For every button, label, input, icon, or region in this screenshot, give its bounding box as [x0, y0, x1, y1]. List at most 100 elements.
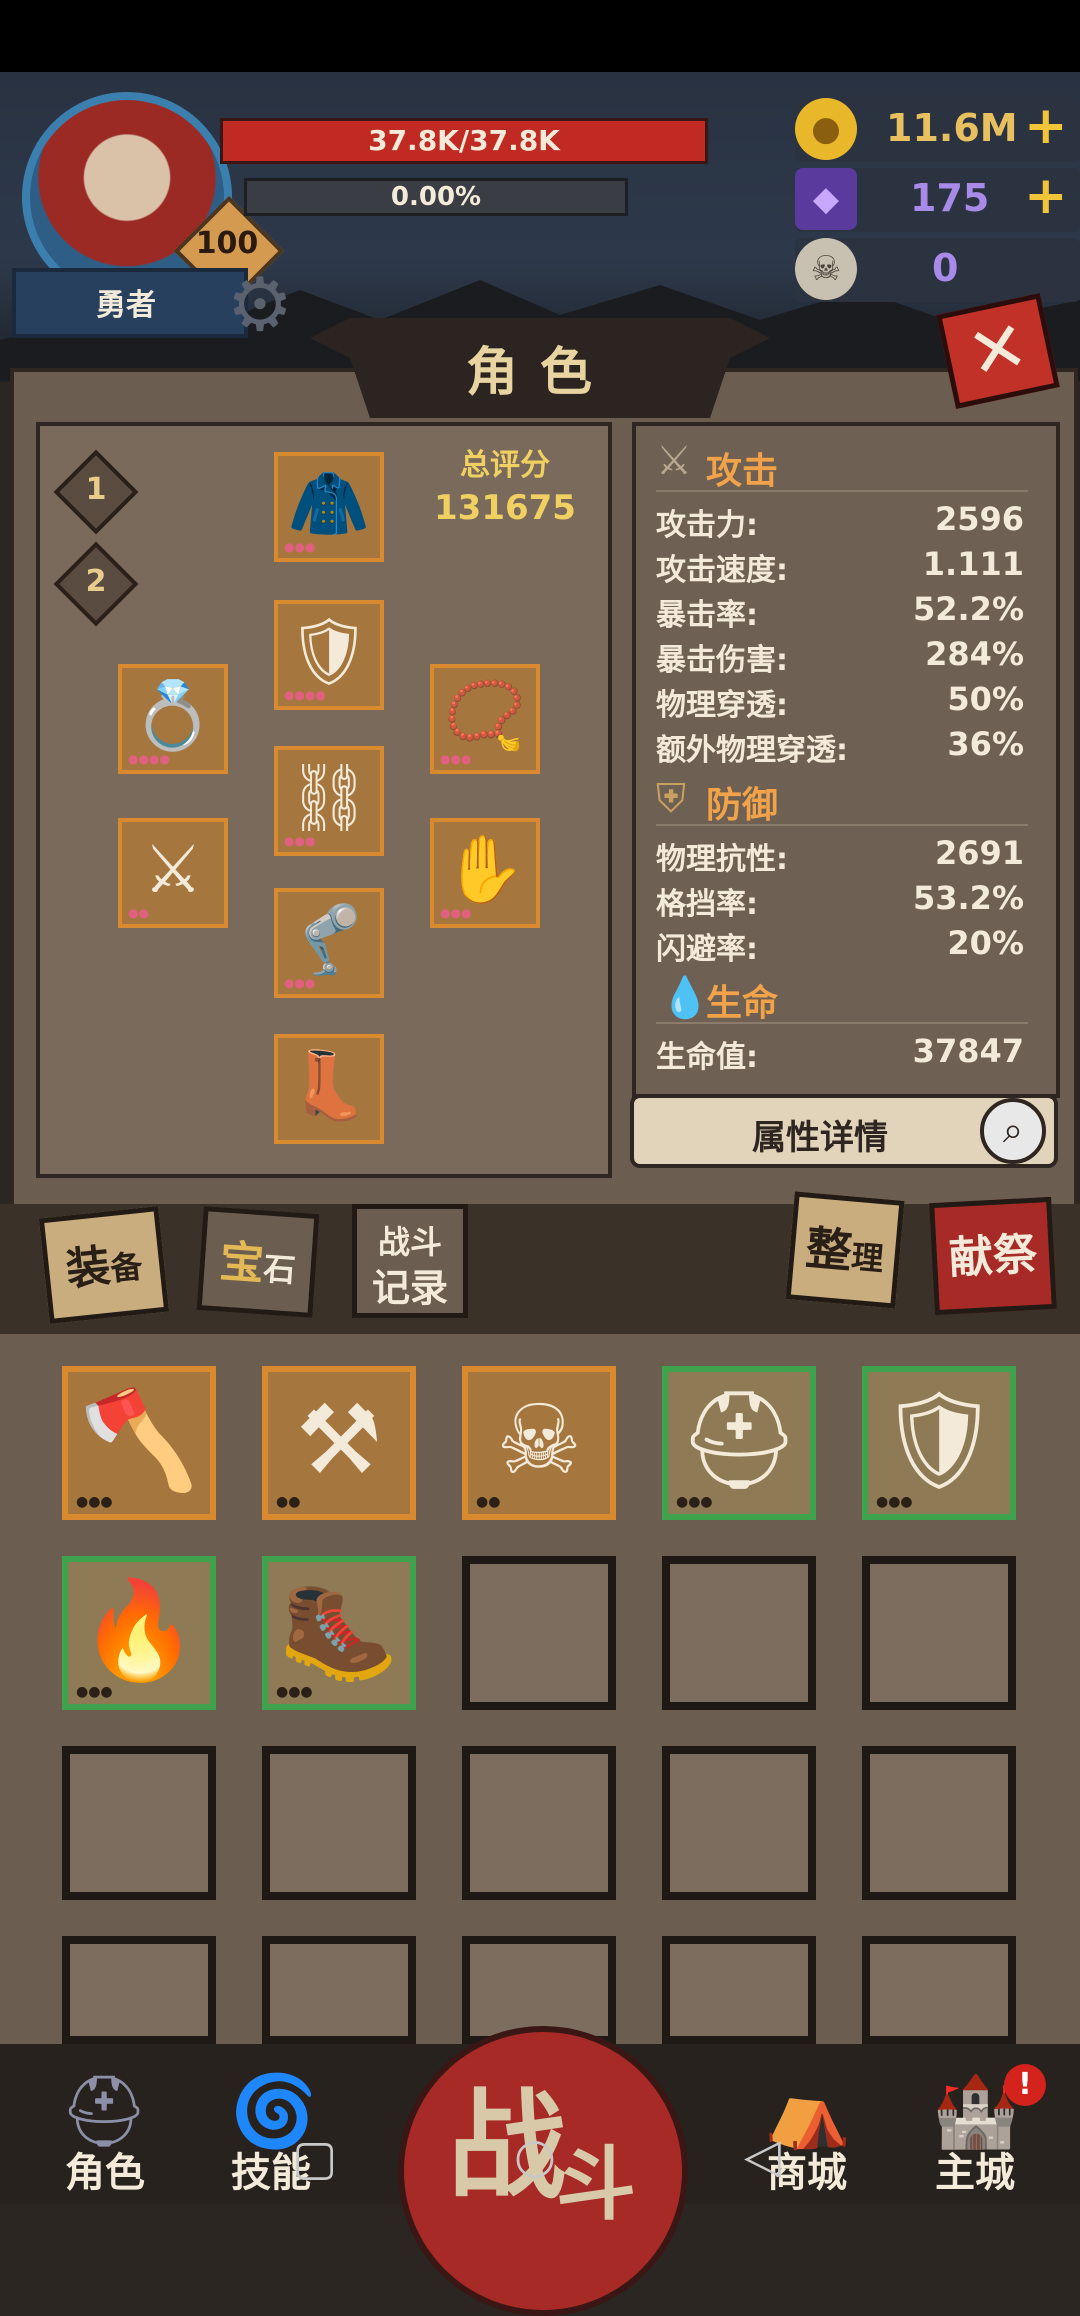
slot-belt[interactable]: ⛓ ●●● [274, 746, 384, 856]
tab-gems-label-b: 石 [262, 1249, 297, 1290]
stat-label: 暴击伤害: [656, 643, 788, 678]
stat-label: 物理穿透: [656, 688, 788, 723]
stat-value: 52.2% [912, 590, 1024, 628]
nav-character[interactable]: 角色 [30, 2140, 180, 2198]
loadout-1-label: 1 [85, 472, 107, 507]
tab-battle-log-line1: 战斗 [377, 1223, 442, 1261]
inventory-slot[interactable]: ☠ ●● [462, 1366, 616, 1520]
attribute-details-label: 属性详情 [752, 1118, 888, 1158]
slot-necklace[interactable]: 📿 ●●● [430, 664, 540, 774]
home-icon[interactable]: ○ [514, 2128, 556, 2184]
stat-label: 物理抗性: [656, 842, 788, 877]
sort-button[interactable]: 整理 [785, 1191, 905, 1309]
slot-hood[interactable]: 🧥 ●●● [274, 452, 384, 562]
tab-gems[interactable]: 宝石 [196, 1206, 320, 1318]
stat-value: 20% [947, 924, 1024, 962]
inventory-slot[interactable]: 🥾 ●●● [262, 1556, 416, 1710]
inventory-slot-empty[interactable] [862, 1936, 1016, 2044]
sort-label-a: 整 [803, 1220, 855, 1279]
chest-armor-icon: 🛡 [287, 613, 371, 690]
slot-chest[interactable]: 🛡 ●●●● [274, 600, 384, 710]
life-heading: 生命 [706, 983, 779, 1024]
gem-value: 175 [910, 176, 990, 220]
hero-name: 勇者 [96, 288, 156, 323]
inventory-slot-empty[interactable] [662, 1936, 816, 2044]
tab-equipment-label-b: 备 [108, 1247, 145, 1289]
inventory-slot[interactable]: 🔥 ●●● [62, 1556, 216, 1710]
tab-equipment[interactable]: 装备 [38, 1206, 170, 1324]
crowned-helmet-icon: ⛑ [678, 1384, 800, 1496]
inventory-slot-empty[interactable] [262, 1936, 416, 2044]
inventory-slot-empty[interactable] [662, 1556, 816, 1710]
fire-belt-icon: 🔥 [79, 1574, 199, 1686]
skull-value: 0 [932, 246, 959, 290]
inventory-slot-empty[interactable] [62, 1936, 216, 2044]
alert-badge: ! [1004, 2064, 1046, 2106]
slot-gloves[interactable]: ✋ ●●● [430, 818, 540, 928]
attack-heading: 攻击 [706, 451, 779, 492]
nav-town[interactable]: 主城 [900, 2140, 1050, 2198]
inventory-slot[interactable]: 🪓 ●●● [62, 1366, 216, 1520]
belt-icon: ⛓ [287, 759, 371, 836]
inventory-slot-empty[interactable] [262, 1746, 416, 1900]
inventory-slot[interactable]: ⚒ ●● [262, 1366, 416, 1520]
purple-crystal-icon: ◆ [795, 168, 857, 230]
inventory-slot-empty[interactable] [862, 1556, 1016, 1710]
sacrifice-button[interactable]: 献祭 [929, 1196, 1057, 1316]
scythe-icon: ⚔ [143, 831, 203, 908]
plate-armor-icon: 🛡 [878, 1384, 1000, 1496]
battle-axe-icon: 🪓 [79, 1384, 199, 1496]
sacrifice-label: 献祭 [947, 1228, 1039, 1285]
hp-text: 37.8K/37.8K [368, 124, 560, 157]
level-value: 100 [195, 226, 259, 261]
stat-label: 攻击力: [656, 508, 758, 543]
defense-heading: 防御 [706, 785, 779, 826]
rune-axe-icon: ⚒ [295, 1384, 383, 1496]
stat-label: 闪避率: [656, 932, 758, 967]
slot-weapon[interactable]: ⚔ ●● [118, 818, 228, 928]
inventory-slot-empty[interactable] [62, 1746, 216, 1900]
recent-apps-icon[interactable]: ▢ [292, 2130, 337, 2186]
inventory-slot-empty[interactable] [462, 1746, 616, 1900]
ram-skull-icon: ☠ [795, 238, 857, 300]
fight-label-b: 斗 [556, 2138, 636, 2231]
shield-icon: ⛨ [656, 776, 686, 822]
stat-value: 284% [925, 635, 1024, 673]
stat-label: 暴击率: [656, 598, 758, 633]
claw-gloves-icon: ✋ [443, 831, 527, 908]
tab-equipment-label-a: 装 [63, 1240, 113, 1296]
crossed-swords-icon: ⚔ [656, 438, 692, 484]
gear-icon[interactable]: ⚙ [220, 265, 300, 345]
magnifier-icon[interactable]: ⌕ [980, 1098, 1046, 1164]
inventory-slot[interactable]: ⛑ ●●● [662, 1366, 816, 1520]
attack-divider [656, 490, 1028, 492]
tab-battle-log-line2: 记录 [371, 1266, 448, 1310]
slot-boots[interactable]: 👢 [274, 1034, 384, 1144]
inventory-slot-empty[interactable] [662, 1746, 816, 1900]
stat-value: 53.2% [912, 879, 1024, 917]
close-icon[interactable]: ✕ [961, 304, 1035, 396]
armored-boots-icon: 🥾 [279, 1574, 399, 1686]
tab-battle-log[interactable]: 战斗 记录 [352, 1204, 468, 1318]
slot-ring[interactable]: 💍 ●●●● [118, 664, 228, 774]
blood-drop-icon: 💧 [660, 975, 710, 1021]
inventory-slot-empty[interactable] [462, 1556, 616, 1710]
stat-value: 1.111 [922, 545, 1024, 583]
stat-value: 36% [947, 725, 1024, 763]
tab-gems-label-a: 宝 [218, 1236, 266, 1291]
add-gem-button[interactable]: + [1024, 166, 1068, 226]
xp-text: 0.00% [390, 182, 482, 212]
stat-label: 生命值: [656, 1040, 758, 1075]
status-bar [0, 0, 1080, 72]
slot-greaves[interactable]: 🦿 ●●● [274, 888, 384, 998]
inventory-slot[interactable]: 🛡 ●●● [862, 1366, 1016, 1520]
boots-icon: 👢 [287, 1047, 371, 1124]
stat-value: 50% [947, 680, 1024, 718]
add-gold-button[interactable]: + [1024, 96, 1068, 156]
inventory-slot-empty[interactable] [862, 1746, 1016, 1900]
hood-icon: 🧥 [287, 465, 371, 542]
ring-icon: 💍 [131, 677, 215, 754]
stat-value: 2691 [934, 834, 1024, 872]
back-icon[interactable]: ◁ [744, 2128, 781, 2184]
stat-label: 格挡率: [656, 887, 758, 922]
